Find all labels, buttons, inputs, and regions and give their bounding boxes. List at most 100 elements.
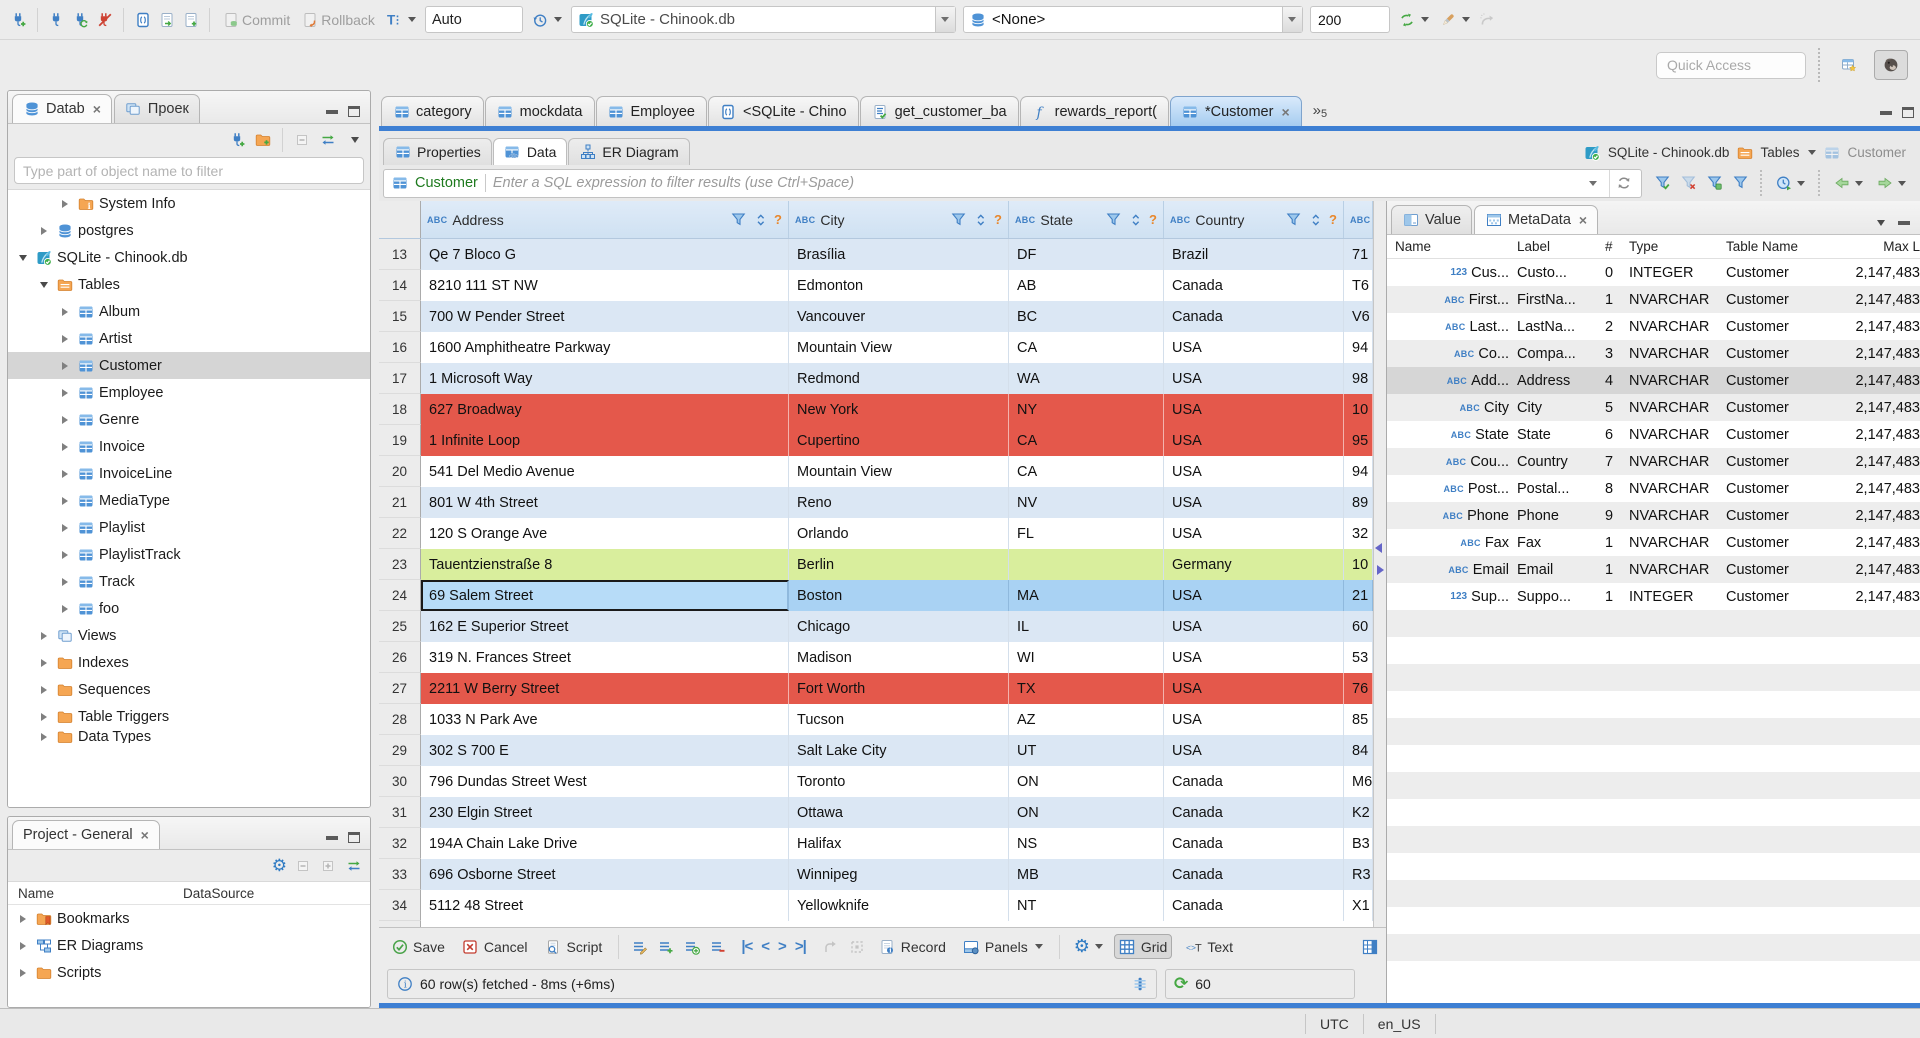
cell-address[interactable]: Qe 7 Bloco G xyxy=(421,239,789,270)
cell-state[interactable]: NS xyxy=(1009,828,1164,859)
connect-icon[interactable] xyxy=(48,11,65,28)
quick-access-input[interactable] xyxy=(1656,51,1806,79)
collapse-arrow-icon[interactable] xyxy=(16,255,30,261)
expand-arrow-icon[interactable] xyxy=(58,308,72,316)
cell-state[interactable]: MB xyxy=(1009,859,1164,890)
cell-address[interactable]: 5112 48 Street xyxy=(421,890,789,921)
cell-state[interactable]: DF xyxy=(1009,239,1164,270)
cell-postal[interactable]: V6 xyxy=(1344,301,1373,332)
cell-address[interactable]: 120 S Orange Ave xyxy=(421,518,789,549)
cell-city[interactable]: Vancouver xyxy=(789,301,1009,332)
meta-col-table[interactable]: Table Name xyxy=(1722,239,1825,254)
expand-arrow-icon[interactable] xyxy=(16,915,30,923)
metadata-row-suppo[interactable]: 123 Sup... Suppo... 1 INTEGER Customer 2,147,4… xyxy=(1387,583,1920,610)
cell-postal[interactable]: 94 xyxy=(1344,456,1373,487)
cell-country[interactable]: Canada xyxy=(1164,270,1344,301)
cell-country[interactable]: Brazil xyxy=(1164,239,1344,270)
cell-country[interactable]: USA xyxy=(1164,642,1344,673)
history-button[interactable] xyxy=(530,9,564,30)
maximize-icon[interactable] xyxy=(348,106,360,117)
expand-arrow-icon[interactable] xyxy=(37,686,51,694)
nav-forward-button[interactable] xyxy=(1874,173,1908,194)
dbeaver-perspective-button[interactable] xyxy=(1874,50,1908,80)
fetch-size-input[interactable] xyxy=(1309,6,1390,33)
grid-view-button[interactable]: Grid xyxy=(1113,934,1173,959)
cell-postal[interactable]: B3 xyxy=(1344,828,1373,859)
tree-item-album[interactable]: Album xyxy=(8,298,370,325)
cell-postal[interactable]: 32 xyxy=(1344,518,1373,549)
expand-arrow-icon[interactable] xyxy=(58,335,72,343)
meta-col-max[interactable]: Max L xyxy=(1825,239,1920,254)
tree-item-sequences[interactable]: Sequences xyxy=(8,676,370,703)
minimize-icon[interactable] xyxy=(1880,110,1892,115)
breadcrumb-entity[interactable]: Customer xyxy=(1847,145,1906,160)
tree-item-invoiceline[interactable]: InvoiceLine xyxy=(8,460,370,487)
cell-postal[interactable]: 53 xyxy=(1344,642,1373,673)
cell-country[interactable]: USA xyxy=(1164,425,1344,456)
sort-icon[interactable] xyxy=(972,211,989,228)
back-history-icon[interactable] xyxy=(1479,11,1496,28)
project-item-scripts[interactable]: Scripts xyxy=(8,959,370,986)
row-number[interactable]: 30 xyxy=(379,766,421,797)
editor-tab-customer[interactable]: *Customer × xyxy=(1169,96,1302,126)
cell-postal[interactable]: 98 xyxy=(1344,363,1373,394)
tab-metadata[interactable]: MetaData × xyxy=(1474,205,1599,234)
cell-address[interactable]: 69 Salem Street xyxy=(421,580,789,611)
cell-city[interactable]: Salt Lake City xyxy=(789,735,1009,766)
expand-arrow-icon[interactable] xyxy=(58,578,72,586)
row-number[interactable]: 34 xyxy=(379,890,421,921)
row-number[interactable]: 19 xyxy=(379,425,421,456)
cell-country[interactable]: USA xyxy=(1164,704,1344,735)
metadata-row-state[interactable]: ABC State State 6 NVARCHAR Customer 2,147,483 xyxy=(1387,421,1920,448)
cell-city[interactable]: Redmond xyxy=(789,363,1009,394)
cell-address[interactable]: 8210 111 ST NW xyxy=(421,270,789,301)
minimize-icon[interactable] xyxy=(1898,221,1910,225)
metadata-row-firstna[interactable]: ABC First... FirstNa... 1 NVARCHAR Customer 2,… xyxy=(1387,286,1920,313)
cell-country[interactable]: USA xyxy=(1164,363,1344,394)
meta-col-name[interactable]: Name xyxy=(1387,239,1513,254)
tree-item-tables[interactable]: Tables xyxy=(8,271,370,298)
cell-postal[interactable]: 85 xyxy=(1344,704,1373,735)
row-number[interactable]: 28 xyxy=(379,704,421,735)
minimize-icon[interactable] xyxy=(326,109,338,114)
cell-address[interactable]: 541 Del Medio Avenue xyxy=(421,456,789,487)
connection-select[interactable]: SQLite - Chinook.db xyxy=(570,6,956,33)
chevron-down-icon[interactable] xyxy=(1808,150,1817,155)
cell-country[interactable]: USA xyxy=(1164,673,1344,704)
tree-item-postgres[interactable]: postgres xyxy=(8,217,370,244)
cell-address[interactable]: 1600 Amphitheatre Parkway xyxy=(421,332,789,363)
cell-postal[interactable]: 21 xyxy=(1344,580,1373,611)
tree-item-customer[interactable]: Customer xyxy=(8,352,370,379)
meta-col-type[interactable]: Type xyxy=(1625,239,1722,254)
filter-icon[interactable] xyxy=(950,211,967,228)
sort-icon[interactable] xyxy=(1127,211,1144,228)
tree-item-sqlite-chinook-db[interactable]: SQLite - Chinook.db xyxy=(8,244,370,271)
close-icon[interactable]: × xyxy=(141,827,149,843)
expand-arrow-icon[interactable] xyxy=(58,497,72,505)
expand-all-icon[interactable] xyxy=(320,857,337,874)
row-number[interactable]: 26 xyxy=(379,642,421,673)
tab-value[interactable]: Value xyxy=(1391,205,1473,234)
cell-postal[interactable]: 76 xyxy=(1344,673,1373,704)
cell-city[interactable]: Halifax xyxy=(789,828,1009,859)
row-number[interactable]: 24 xyxy=(379,580,421,611)
row-number[interactable]: 13 xyxy=(379,239,421,270)
expand-arrow-icon[interactable] xyxy=(58,389,72,397)
cell-postal[interactable]: 94 xyxy=(1344,332,1373,363)
cell-country[interactable]: USA xyxy=(1164,518,1344,549)
cell-postal[interactable]: 60 xyxy=(1344,611,1373,642)
filter-icon[interactable] xyxy=(1285,211,1302,228)
cell-postal[interactable]: X1 xyxy=(1344,890,1373,921)
cell-city[interactable]: Berlin xyxy=(789,549,1009,580)
cell-postal[interactable]: 84 xyxy=(1344,735,1373,766)
cell-state[interactable]: AZ xyxy=(1009,704,1164,735)
cell-address[interactable]: 230 Elgin Street xyxy=(421,797,789,828)
row-number[interactable]: 33 xyxy=(379,859,421,890)
expand-arrow-icon[interactable] xyxy=(58,416,72,424)
cell-postal[interactable]: 10 xyxy=(1344,549,1373,580)
expand-arrow-icon[interactable] xyxy=(37,227,51,235)
breadcrumb-tables[interactable]: Tables xyxy=(1760,145,1799,160)
metadata-row-fax[interactable]: ABC Fax Fax 1 NVARCHAR Customer 2,147,483 xyxy=(1387,529,1920,556)
cell-address[interactable]: 801 W 4th Street xyxy=(421,487,789,518)
view-menu-icon[interactable] xyxy=(1874,220,1888,226)
